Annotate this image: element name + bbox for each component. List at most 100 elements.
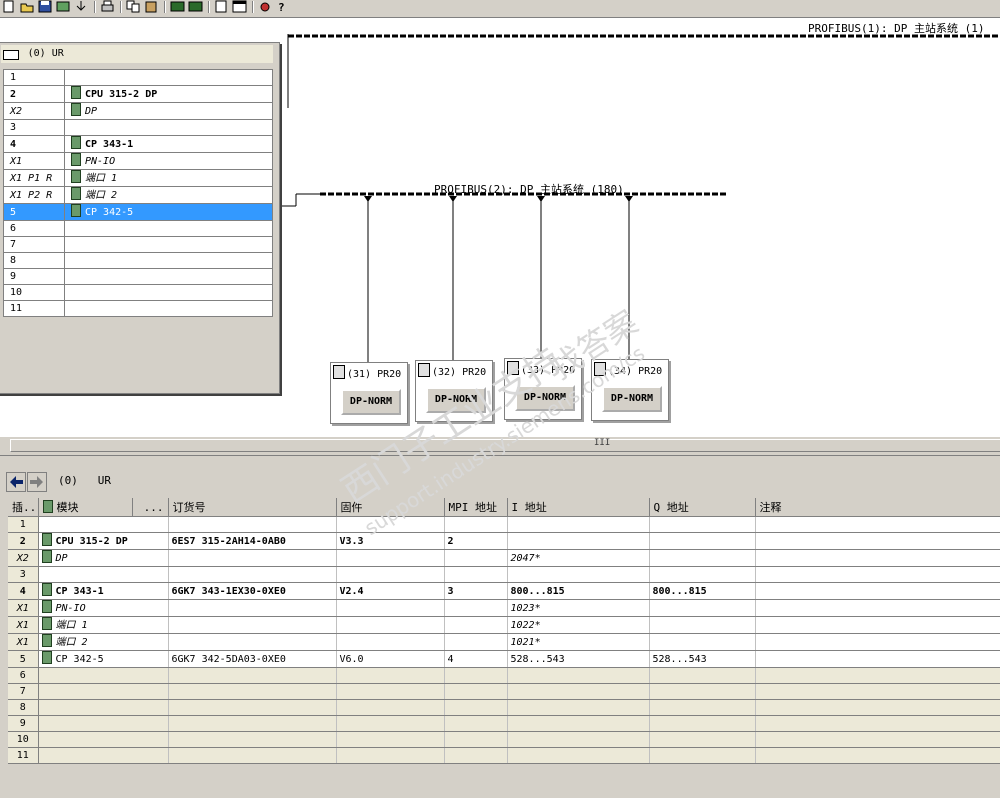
col-module-more[interactable]: ... [132, 498, 169, 517]
cell-slot: 10 [8, 731, 39, 748]
col-order-number[interactable]: 订货号 [168, 498, 337, 517]
table-row[interactable]: 11 [8, 747, 1000, 764]
save-icon[interactable] [38, 0, 53, 13]
print-icon[interactable] [100, 0, 115, 13]
paste-icon[interactable] [144, 0, 159, 13]
download-icon[interactable] [74, 0, 89, 13]
catalog-icon[interactable] [170, 0, 185, 13]
module-icon[interactable] [214, 0, 229, 13]
copy-icon[interactable] [126, 0, 141, 13]
cell-slot: 11 [8, 747, 39, 764]
rack-slot-row[interactable]: 4 CP 343-1 [3, 135, 273, 153]
cell-mpi [444, 667, 508, 684]
new-icon[interactable] [2, 0, 17, 13]
dp-slave-34[interactable]: (34) PR20 DP-NORM [591, 359, 669, 421]
horizontal-scrollbar[interactable]: III [0, 436, 1000, 456]
cell-order: 6GK7 343-1EX30-0XE0 [168, 582, 337, 600]
cell-module [38, 683, 169, 700]
table-row[interactable]: 6 [8, 667, 1000, 684]
cell-slot: X1 [8, 633, 39, 651]
rack-slot-row[interactable]: X1 P1 R 端口 1 [3, 169, 273, 187]
col-i-address[interactable]: I 地址 [507, 498, 650, 517]
dp-slave-33[interactable]: (33) PR20 DP-NORM [504, 358, 582, 420]
dp-slave-32[interactable]: (32) PR20 DP-NORM [415, 360, 493, 422]
table-row[interactable]: X1 PN-IO 1023* [8, 599, 1000, 617]
col-module[interactable]: 模块 [38, 498, 133, 517]
table-row[interactable]: 3 [8, 566, 1000, 583]
table-row[interactable]: 5 CP 342-5 6GK7 342-5DA03-0XE0 V6.0 4 528...5… [8, 650, 1000, 668]
network-icon[interactable] [258, 0, 273, 13]
table-row[interactable]: 7 [8, 683, 1000, 700]
rack-slot-module [64, 268, 273, 285]
rack-slot-row[interactable]: X1 P2 R 端口 2 [3, 186, 273, 204]
cell-i [507, 532, 650, 550]
rack-slot-number: 1 [3, 69, 65, 86]
cell-note [755, 731, 1000, 748]
col-q-address[interactable]: Q 地址 [649, 498, 756, 517]
splitter-grip: III [594, 438, 611, 448]
cell-module: CP 342-5 [38, 650, 169, 668]
table-row[interactable]: 1 [8, 516, 1000, 533]
help-icon[interactable]: ? [276, 0, 291, 14]
rack-slot-row[interactable]: X2 DP [3, 102, 273, 120]
detail-title: (0) UR [58, 474, 111, 487]
cell-module [38, 699, 169, 716]
cell-note [755, 549, 1000, 567]
cell-q [649, 747, 756, 764]
table-row[interactable]: X1 端口 2 1021* [8, 633, 1000, 651]
col-firmware[interactable]: 固件 [336, 498, 445, 517]
cell-i: 1023* [507, 599, 650, 617]
cell-module [38, 667, 169, 684]
rack-slot-row[interactable]: X1 PN-IO [3, 152, 273, 170]
col-slot[interactable]: 插... [8, 498, 39, 517]
cell-fw [336, 516, 445, 533]
table-row[interactable]: 4 CP 343-1 6GK7 343-1EX30-0XE0 V2.4 3 800...8… [8, 582, 1000, 600]
col-mpi-address[interactable]: MPI 地址 [444, 498, 508, 517]
rack-slot-row[interactable]: 1 [3, 69, 273, 86]
scrollbar-thumb[interactable] [10, 439, 1000, 452]
cell-module: 端口 2 [38, 633, 169, 651]
rack-window[interactable]: (0) UR 1 2 CPU 315-2 DP X2 DP 3 4 CP 343-1 X1 PN-… [0, 42, 280, 394]
cell-fw [336, 731, 445, 748]
cell-order [168, 616, 337, 634]
back-arrow-button[interactable] [6, 472, 26, 492]
rack-slot-row[interactable]: 9 [3, 268, 273, 285]
cell-q [649, 715, 756, 732]
rack-slot-row[interactable]: 8 [3, 252, 273, 269]
cell-fw: V3.3 [336, 532, 445, 550]
master-system-2-label: PROFIBUS(2): DP 主站系统 (180) [434, 183, 624, 196]
compile-icon[interactable] [56, 0, 71, 13]
dp-slave-31[interactable]: (31) PR20 DP-NORM [330, 362, 408, 424]
forward-arrow-button[interactable] [27, 472, 47, 492]
slave-icon [507, 361, 519, 375]
netpro-icon[interactable] [188, 0, 203, 13]
table-row[interactable]: 10 [8, 731, 1000, 748]
table-row[interactable]: 8 [8, 699, 1000, 716]
rack-slot-row[interactable]: 7 [3, 236, 273, 253]
table-row[interactable]: 2 CPU 315-2 DP 6ES7 315-2AH14-0AB0 V3.3 2 [8, 532, 1000, 550]
table-row[interactable]: 9 [8, 715, 1000, 732]
rack-icon [3, 50, 19, 60]
rack-title-bar[interactable]: (0) UR [1, 45, 273, 63]
rack-slot-row[interactable]: 6 [3, 220, 273, 237]
module-icon [41, 583, 52, 596]
rack-slot-module: PN-IO [64, 152, 273, 170]
open-icon[interactable] [20, 0, 35, 13]
rack-slot-row[interactable]: 10 [3, 284, 273, 301]
cell-q [649, 616, 756, 634]
cell-note [755, 747, 1000, 764]
rack-slot-row[interactable]: 2 CPU 315-2 DP [3, 85, 273, 103]
rack-slot-row[interactable]: 3 [3, 119, 273, 136]
table-row[interactable]: X2 DP 2047* [8, 549, 1000, 567]
rack-slot-row[interactable]: 5 CP 342-5 [3, 203, 273, 221]
col-comment[interactable]: 注释 [755, 498, 1000, 517]
window-icon[interactable] [232, 0, 247, 13]
rack-slot-module: 端口 1 [64, 169, 273, 187]
table-row[interactable]: X1 端口 1 1022* [8, 616, 1000, 634]
module-icon [71, 153, 81, 166]
cell-order [168, 699, 337, 716]
rack-slot-row[interactable]: 11 [3, 300, 273, 317]
cell-i [507, 667, 650, 684]
cell-slot: 4 [8, 582, 39, 600]
cell-fw [336, 633, 445, 651]
